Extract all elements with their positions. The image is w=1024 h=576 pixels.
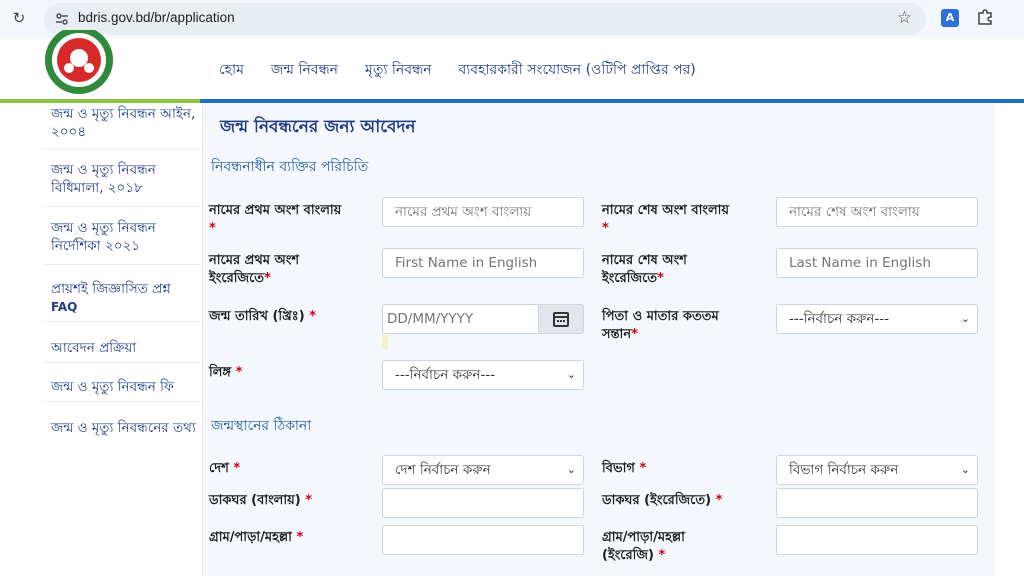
required-mark: *: [305, 493, 313, 508]
dob-input[interactable]: [382, 304, 539, 334]
chevron-down-icon: ⌄: [960, 463, 970, 476]
label-text: গ্রাম/পাড়া/মহল্লা (ইংরেজি): [602, 530, 685, 563]
required-mark: *: [209, 221, 216, 236]
government-logo[interactable]: [43, 26, 115, 96]
required-mark: *: [296, 530, 304, 545]
label-text: ডাকঘর (ইংরেজিতে): [602, 493, 712, 508]
nav-home[interactable]: হোম: [219, 58, 244, 82]
translate-extension-icon[interactable]: A: [941, 9, 959, 27]
village-en-label: গ্রাম/পাড়া/মহল্লা (ইংরেজি) *: [602, 529, 722, 565]
last-name-bn-label: নামের শেষ অংশ বাংলায় *: [602, 202, 777, 238]
calendar-icon: [553, 312, 569, 327]
url-text[interactable]: bdris.gov.bd/br/application: [78, 10, 235, 25]
sidebar-item-guideline-2021[interactable]: জন্ম ও মৃত্যু নিবন্ধন নির্দেশিকা ২০২১: [43, 219, 201, 265]
village-bn-input[interactable]: [382, 525, 584, 555]
birth-order-select[interactable]: ---নির্বাচন করুন--- ⌄: [776, 304, 978, 334]
label-text: ডাকঘর (বাংলায়): [209, 493, 301, 508]
birth-order-label: পিতা ও মাতার কততম সন্তান*: [602, 308, 742, 344]
sidebar-item-label: জন্ম ও মৃত্যু নিবন্ধন নির্দেশিকা ২০২১: [51, 220, 156, 254]
site-header: হোম জন্ম নিবন্ধন মৃত্যু নিবন্ধন ব্যবহারক…: [0, 26, 1024, 100]
required-mark: *: [602, 221, 609, 236]
select-value: ---নির্বাচন করুন---: [789, 311, 890, 327]
label-text: নামের শেষ অংশ ইংরেজিতে: [602, 253, 687, 286]
required-mark: *: [639, 461, 647, 476]
application-form-panel: জন্ম নিবন্ধনের জন্য আবেদন নিবন্ধনাধীন ব্…: [203, 103, 995, 576]
section-birthplace-address: জন্মস্থানের ঠিকানা: [211, 418, 312, 434]
first-name-bn-input[interactable]: [382, 197, 584, 227]
first-name-en-input[interactable]: [382, 248, 584, 278]
sidebar-item-label: প্রায়শই জিজ্ঞাসিত প্রশ্ন: [51, 281, 171, 297]
division-select[interactable]: বিভাগ নির্বাচন করুন ⌄: [776, 455, 978, 485]
sidebar-item-label: জন্ম ও মৃত্যু নিবন্ধন ফি: [51, 379, 174, 395]
required-mark: *: [631, 327, 638, 342]
extensions-puzzle-icon[interactable]: [976, 8, 994, 26]
country-select[interactable]: দেশ নির্বাচন করুন ⌄: [382, 455, 584, 485]
sidebar: জন্ম ও মৃত্যু নিবন্ধন আইন, ২০০৪ জন্ম ও ম…: [0, 103, 203, 576]
nav-death-registration[interactable]: মৃত্যু নিবন্ধন: [365, 58, 431, 82]
division-label: বিভাগ *: [602, 460, 777, 478]
label-text: নামের প্রথম অংশ ইংরেজিতে: [209, 253, 300, 286]
sidebar-item-sublabel: FAQ: [51, 300, 78, 314]
page-margin: [995, 103, 1024, 576]
calendar-button[interactable]: [538, 304, 584, 334]
last-name-bn-input[interactable]: [776, 197, 978, 227]
sidebar-item-label: আবেদন প্রক্রিয়া: [51, 340, 137, 356]
sidebar-item-faq[interactable]: প্রায়শই জিজ্ঞাসিত প্রশ্ন FAQ: [43, 280, 201, 322]
label-text: পিতা ও মাতার কততম সন্তান: [602, 309, 719, 342]
post-office-bn-input[interactable]: [382, 488, 584, 518]
browser-toolbar: ↻ bdris.gov.bd/br/application ☆ A: [0, 0, 1024, 38]
required-mark: *: [264, 271, 271, 286]
select-value: ---নির্বাচন করুন---: [395, 367, 496, 383]
select-value: দেশ নির্বাচন করুন: [395, 462, 491, 478]
top-navigation: হোম জন্ম নিবন্ধন মৃত্যু নিবন্ধন ব্যবহারক…: [219, 58, 723, 82]
text-cursor-highlight: [382, 335, 388, 349]
sidebar-item-act-2004[interactable]: জন্ম ও মৃত্যু নিবন্ধন আইন, ২০০৪: [43, 105, 201, 149]
label-text: গ্রাম/পাড়া/মহল্লা: [209, 530, 292, 545]
address-bar[interactable]: bdris.gov.bd/br/application ☆: [44, 3, 926, 35]
required-mark: *: [715, 493, 723, 508]
first-name-en-label: নামের প্রথম অংশ ইংরেজিতে*: [209, 252, 329, 288]
required-mark: *: [233, 461, 241, 476]
sidebar-item-rules-2018[interactable]: জন্ম ও মৃত্যু নিবন্ধন বিধিমালা, ২০১৮: [43, 161, 201, 207]
nav-birth-registration[interactable]: জন্ম নিবন্ধন: [271, 58, 338, 82]
page-title: জন্ম নিবন্ধনের জন্য আবেদন: [220, 117, 416, 137]
post-office-bn-label: ডাকঘর (বাংলায়) *: [209, 492, 384, 510]
village-bn-label: গ্রাম/পাড়া/মহল্লা *: [209, 529, 384, 547]
label-text: বিভাগ: [602, 461, 635, 476]
post-office-en-label: ডাকঘর (ইংরেজিতে) *: [602, 492, 777, 510]
required-mark: *: [658, 548, 666, 563]
last-name-en-input[interactable]: [776, 248, 978, 278]
label-text: দেশ: [209, 461, 229, 476]
required-mark: *: [235, 365, 243, 380]
label-text: লিঙ্গ: [209, 365, 232, 380]
sidebar-item-information[interactable]: জন্ম ও মৃত্যু নিবন্ধনের তথ্য: [43, 419, 201, 459]
sidebar-item-label: জন্ম ও মৃত্যু নিবন্ধন বিধিমালা, ২০১৮: [51, 162, 156, 196]
label-text: নামের শেষ অংশ বাংলায়: [602, 203, 730, 218]
section-person-info: নিবন্ধনাধীন ব্যক্তির পরিচিতি: [211, 159, 369, 175]
required-mark: *: [657, 271, 664, 286]
chevron-down-icon: ⌄: [960, 312, 970, 325]
village-en-input[interactable]: [776, 525, 978, 555]
sidebar-item-application-process[interactable]: আবেদন প্রক্রিয়া: [43, 339, 201, 363]
sidebar-item-label: জন্ম ও মৃত্যু নিবন্ধনের তথ্য: [51, 420, 196, 436]
chevron-down-icon: ⌄: [566, 463, 576, 476]
nav-user-add[interactable]: ব্যবহারকারী সংযোজন (ওটিপি প্রাপ্তির পর): [458, 58, 695, 82]
first-name-bn-label: নামের প্রথম অংশ বাংলায় *: [209, 202, 384, 238]
country-label: দেশ *: [209, 460, 384, 478]
post-office-en-input[interactable]: [776, 488, 978, 518]
select-value: বিভাগ নির্বাচন করুন: [789, 462, 899, 478]
chevron-down-icon: ⌄: [566, 368, 576, 381]
site-info-icon[interactable]: [54, 11, 70, 27]
sidebar-item-fees[interactable]: জন্ম ও মৃত্যু নিবন্ধন ফি: [43, 378, 201, 402]
last-name-en-label: নামের শেষ অংশ ইংরেজিতে*: [602, 252, 722, 288]
label-text: নামের প্রথম অংশ বাংলায়: [209, 203, 342, 218]
gender-label: লিঙ্গ *: [209, 364, 384, 382]
bookmark-star-icon[interactable]: ☆: [897, 8, 912, 28]
required-mark: *: [309, 309, 316, 324]
gender-select[interactable]: ---নির্বাচন করুন--- ⌄: [382, 360, 584, 390]
reload-icon[interactable]: ↻: [10, 9, 28, 27]
dob-label: জন্ম তারিখ (খ্রিঃ) *: [209, 308, 384, 326]
label-text: জন্ম তারিখ (খ্রিঃ): [209, 309, 305, 324]
sidebar-item-label: জন্ম ও মৃত্যু নিবন্ধন আইন, ২০০৪: [51, 106, 196, 140]
